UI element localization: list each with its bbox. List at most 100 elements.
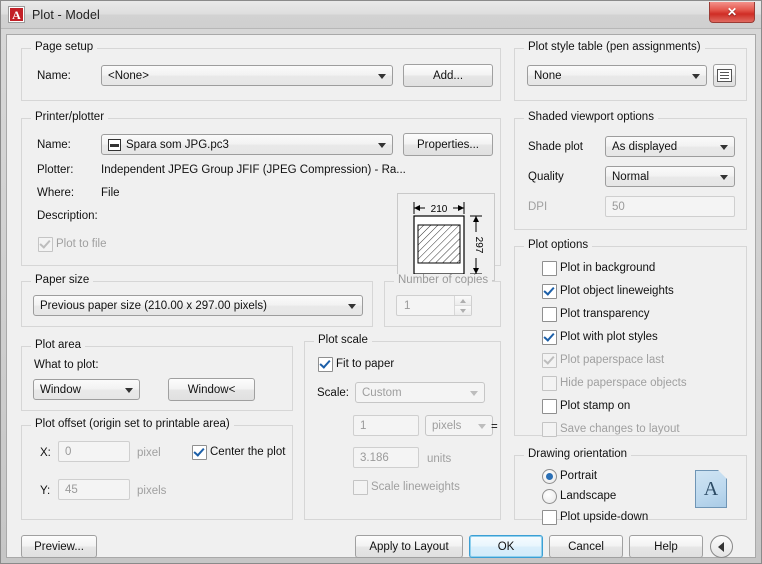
- quality-combo[interactable]: Normal: [605, 166, 735, 187]
- orientation-landscape-radio[interactable]: Landscape: [542, 489, 617, 504]
- offset-y-value: 45: [65, 483, 78, 496]
- copies-value: 1: [404, 299, 411, 312]
- collapse-panel-button[interactable]: [710, 535, 733, 558]
- center-the-plot-label: Center the plot: [210, 446, 286, 458]
- dpi-value: 50: [612, 200, 625, 213]
- fit-to-paper-checkbox[interactable]: Fit to paper: [318, 357, 395, 372]
- printer-properties-button[interactable]: Properties...: [403, 133, 493, 156]
- paper-size-value: Previous paper size (210.00 x 297.00 pix…: [40, 299, 267, 312]
- offset-y-label: Y:: [40, 485, 51, 497]
- window-button-label: Window<: [187, 383, 236, 396]
- scale-combo[interactable]: Custom: [355, 382, 485, 403]
- cancel-button[interactable]: Cancel: [549, 535, 623, 558]
- preview-button[interactable]: Preview...: [21, 535, 97, 558]
- title-bar: Plot - Model ✕: [1, 1, 761, 29]
- chevron-down-icon: [478, 423, 486, 429]
- add-button-label: Add...: [432, 69, 464, 82]
- chevron-left-icon: [717, 541, 724, 552]
- scale-denominator-input[interactable]: 3.186: [353, 447, 419, 468]
- what-to-plot-combo[interactable]: Window: [33, 379, 140, 400]
- plot-style-table-group: Plot style table (pen assignments) None: [514, 41, 747, 101]
- autocad-logo-icon: [8, 6, 25, 24]
- shaded-viewport-legend: Shaded viewport options: [524, 111, 658, 123]
- plot-area-legend: Plot area: [31, 339, 86, 351]
- plot-option-label: Save changes to layout: [560, 423, 680, 435]
- ok-button[interactable]: OK: [469, 535, 543, 558]
- page-setup-name-combo[interactable]: <None>: [101, 65, 393, 86]
- spinner-up-icon[interactable]: [455, 296, 471, 306]
- chevron-down-icon: [348, 303, 356, 309]
- shade-plot-value: As displayed: [612, 140, 678, 153]
- plot-option-plot-transparency[interactable]: Plot transparency: [542, 307, 650, 322]
- apply-to-layout-label: Apply to Layout: [369, 540, 449, 553]
- printer-name-value: Spara som JPG.pc3: [126, 138, 229, 151]
- window-pick-button[interactable]: Window<: [168, 378, 255, 401]
- close-button[interactable]: ✕: [709, 2, 755, 23]
- what-to-plot-value: Window: [40, 383, 81, 396]
- copies-spinner[interactable]: 1: [396, 295, 472, 316]
- svg-text:210: 210: [431, 204, 448, 215]
- scale-unit-combo[interactable]: pixels: [425, 415, 493, 436]
- help-button[interactable]: Help: [629, 535, 703, 558]
- printer-name-label: Name:: [37, 139, 71, 151]
- copies-group: Number of copies 1: [384, 274, 501, 327]
- plot-option-plot-in-background[interactable]: Plot in background: [542, 261, 655, 276]
- center-the-plot-checkbox[interactable]: Center the plot: [192, 445, 286, 460]
- scale-numerator-input[interactable]: 1: [353, 415, 419, 436]
- what-to-plot-label: What to plot:: [34, 359, 99, 371]
- window-title: Plot - Model: [32, 7, 100, 22]
- offset-y-input[interactable]: 45: [58, 479, 130, 500]
- shaded-viewport-group: Shaded viewport options Shade plot As di…: [514, 111, 747, 230]
- plot-option-plot-stamp-on[interactable]: Plot stamp on: [542, 399, 631, 414]
- paper-size-group: Paper size Previous paper size (210.00 x…: [21, 274, 373, 327]
- offset-x-unit: pixel: [137, 447, 161, 459]
- orientation-landscape-label: Landscape: [560, 490, 617, 502]
- chevron-down-icon: [125, 387, 133, 393]
- cancel-button-label: Cancel: [568, 540, 604, 553]
- plot-style-table-combo[interactable]: None: [527, 65, 707, 86]
- plot-option-plot-with-plot-styles[interactable]: Plot with plot styles: [542, 330, 658, 345]
- orientation-portrait-radio[interactable]: Portrait: [542, 469, 597, 484]
- description-label: Description:: [37, 210, 98, 222]
- quality-value: Normal: [612, 170, 650, 183]
- plot-option-label: Plot with plot styles: [560, 331, 658, 343]
- dpi-label: DPI: [528, 201, 548, 213]
- chevron-down-icon: [692, 73, 700, 79]
- plot-style-edit-icon: [717, 69, 732, 82]
- plot-scale-group: Plot scale Fit to paper Scale: Custom 1 …: [304, 334, 501, 520]
- offset-x-input[interactable]: 0: [58, 441, 130, 462]
- add-page-setup-button[interactable]: Add...: [403, 64, 493, 87]
- ok-button-label: OK: [497, 540, 515, 553]
- orientation-preview-icon: A: [695, 470, 727, 508]
- page-setup-legend: Page setup: [31, 41, 98, 53]
- preview-button-label: Preview...: [34, 540, 84, 553]
- edit-plot-style-table-button[interactable]: [713, 64, 736, 87]
- plot-scale-legend: Plot scale: [314, 334, 372, 346]
- plotter-value: Independent JPEG Group JFIF (JPEG Compre…: [101, 164, 406, 176]
- where-value: File: [101, 187, 120, 199]
- plot-area-group: Plot area What to plot: Window Window<: [21, 339, 293, 411]
- close-icon: ✕: [726, 5, 738, 19]
- plot-options-group: Plot options Plot in background Plot obj…: [514, 239, 747, 437]
- plot-option-plot-object-lineweights[interactable]: Plot object lineweights: [542, 284, 674, 299]
- scale-denominator-value: 3.186: [360, 451, 389, 464]
- plot-offset-group: Plot offset (origin set to printable are…: [21, 418, 293, 520]
- plot-option-label: Plot stamp on: [560, 400, 631, 412]
- offset-x-value: 0: [65, 445, 72, 458]
- offset-y-unit: pixels: [137, 485, 167, 497]
- scale-denominator-unit: units: [427, 453, 452, 465]
- fit-to-paper-label: Fit to paper: [336, 358, 395, 370]
- copies-spin-arrows[interactable]: [454, 296, 471, 315]
- printer-name-combo[interactable]: Spara som JPG.pc3: [101, 134, 393, 155]
- where-label: Where:: [37, 187, 75, 199]
- apply-to-layout-button[interactable]: Apply to Layout: [355, 535, 463, 558]
- plot-upside-down-checkbox[interactable]: Plot upside-down: [542, 510, 648, 525]
- plot-offset-legend: Plot offset (origin set to printable are…: [31, 418, 234, 430]
- paper-size-combo[interactable]: Previous paper size (210.00 x 297.00 pix…: [33, 295, 363, 316]
- page-setup-group: Page setup Name: <None> Add...: [21, 41, 501, 101]
- scale-label: Scale:: [317, 387, 349, 399]
- dpi-input: 50: [605, 196, 735, 217]
- shade-plot-combo[interactable]: As displayed: [605, 136, 735, 157]
- spinner-down-icon[interactable]: [455, 306, 471, 315]
- printer-plotter-legend: Printer/plotter: [31, 111, 109, 123]
